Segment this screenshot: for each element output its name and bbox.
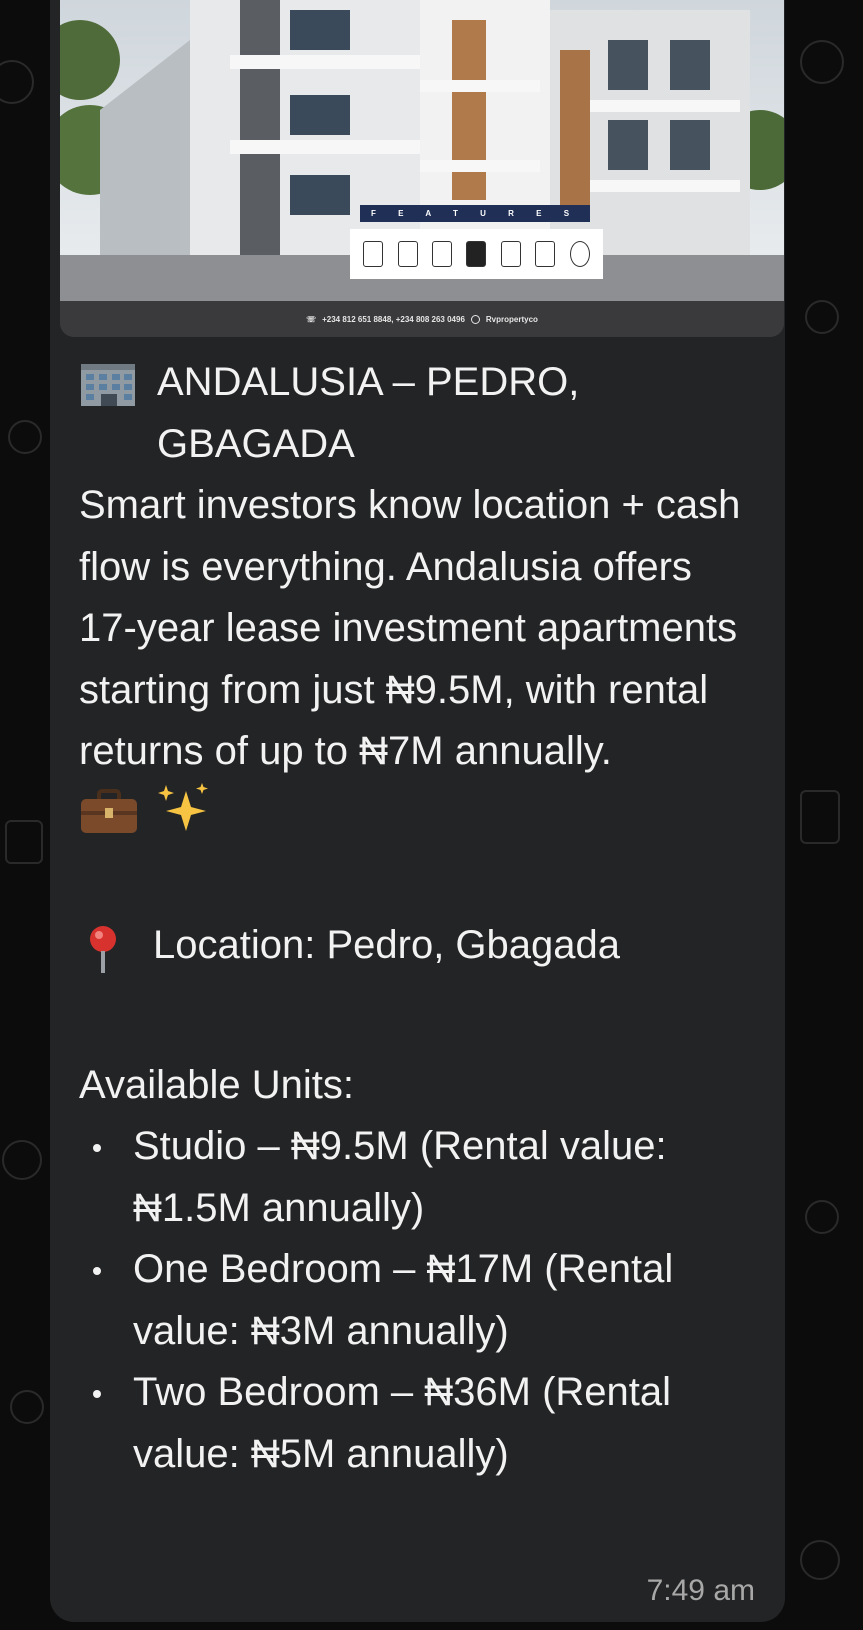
units-list: Studio – ₦9.5M (Rental value: ₦1.5M annu… xyxy=(79,1116,759,1485)
briefcase-icon xyxy=(79,788,139,854)
power-icon xyxy=(432,241,453,267)
wallpaper-doodle xyxy=(2,1140,42,1180)
message-body: Smart investors know location + cash flo… xyxy=(79,483,741,773)
pin-icon xyxy=(79,923,127,994)
property-image[interactable]: F E A T U R E S ☏ +234 812 651 8848, +23… xyxy=(60,0,784,337)
instagram-icon xyxy=(470,314,480,324)
body-emojis xyxy=(79,782,759,854)
wallpaper-doodle xyxy=(800,1540,840,1580)
features-banner: F E A T U R E S xyxy=(360,205,590,222)
features-icon-strip xyxy=(350,229,603,279)
list-item: Studio – ₦9.5M (Rental value: ₦1.5M annu… xyxy=(79,1116,759,1239)
message-bubble[interactable]: F E A T U R E S ☏ +234 812 651 8848, +23… xyxy=(50,0,785,1622)
location-text: Location: Pedro, Gbagada xyxy=(153,922,621,967)
kitchen-icon xyxy=(466,241,487,267)
wallpaper-doodle xyxy=(805,1200,839,1234)
building-icon xyxy=(79,362,137,427)
sparkles-icon xyxy=(156,782,212,854)
wallpaper-doodle xyxy=(800,790,840,844)
location-line: Location: Pedro, Gbagada xyxy=(79,915,759,994)
listing-title: ANDALUSIA – PEDRO, GBAGADA xyxy=(157,360,580,466)
list-item: One Bedroom – ₦17M (Rental value: ₦3M an… xyxy=(79,1239,759,1362)
message-timestamp: 7:49 am xyxy=(646,1574,755,1607)
list-item: Two Bedroom – ₦36M (Rental value: ₦5M an… xyxy=(79,1362,759,1485)
message-heading: ANDALUSIA – PEDRO, GBAGADA xyxy=(79,352,759,475)
security-icon xyxy=(397,241,418,267)
wallpaper-doodle xyxy=(5,820,43,864)
contact-strip: ☏ +234 812 651 8848, +234 808 263 0496 R… xyxy=(60,301,784,337)
units-heading: Available Units: xyxy=(79,1062,354,1107)
contact-numbers: +234 812 651 8848, +234 808 263 0496 xyxy=(322,314,465,324)
wallpaper-doodle xyxy=(800,40,844,84)
wallpaper-doodle xyxy=(8,420,42,454)
smart-home-icon xyxy=(535,241,556,267)
lounge-icon xyxy=(500,241,521,267)
apartment-icon xyxy=(363,241,384,267)
wallpaper-doodle xyxy=(10,1390,44,1424)
wallpaper-doodle xyxy=(0,60,34,104)
gym-icon xyxy=(569,241,590,267)
social-handle: Rvpropertyco xyxy=(485,314,538,324)
wallpaper-doodle xyxy=(805,300,839,334)
phone-icon: ☏ xyxy=(306,314,317,324)
message-text: ANDALUSIA – PEDRO, GBAGADA Smart investo… xyxy=(79,352,759,1485)
